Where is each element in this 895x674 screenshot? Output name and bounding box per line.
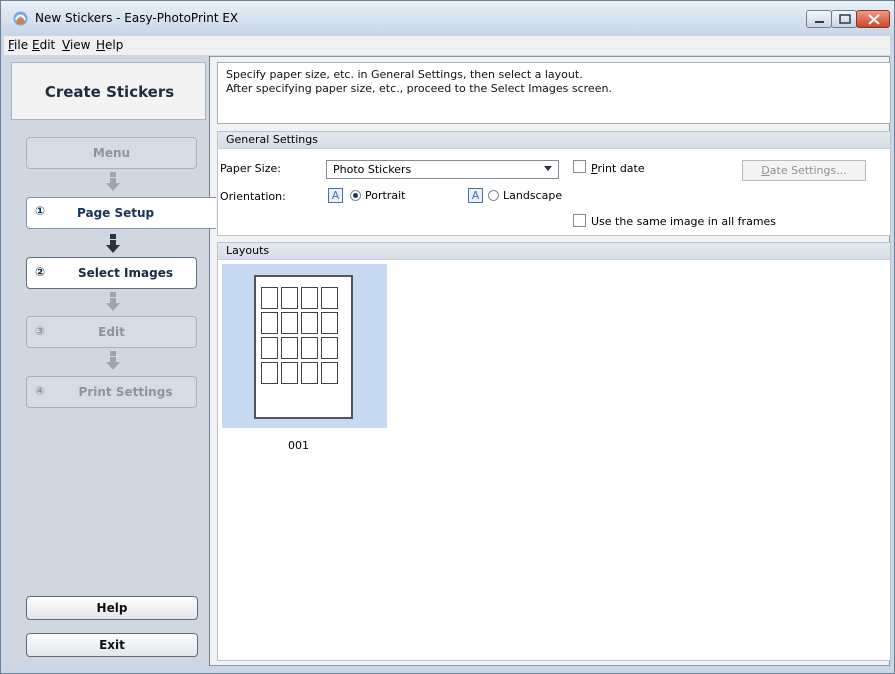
menu-file[interactable]: File	[8, 38, 28, 52]
layout-frame	[281, 337, 298, 359]
edit-step-button[interactable]: ③ Edit	[26, 316, 197, 348]
layout-frame	[321, 287, 338, 309]
down-arrow-icon	[106, 172, 120, 191]
window-title: New Stickers - Easy-PhotoPrint EX	[35, 11, 239, 25]
menu-view[interactable]: View	[62, 38, 90, 52]
close-icon	[868, 14, 880, 25]
orientation-label: Orientation:	[220, 190, 286, 203]
help-button[interactable]: Help	[26, 596, 198, 620]
maximize-button[interactable]	[831, 10, 857, 28]
same-image-label: Use the same image in all frames	[591, 215, 777, 228]
paper-size-label: Paper Size:	[220, 162, 281, 175]
layout-frame	[321, 362, 338, 384]
date-settings-button[interactable]: Date Settings...	[742, 160, 866, 181]
down-arrow-icon	[106, 292, 120, 311]
paper-size-select[interactable]: Photo Stickers	[326, 160, 559, 179]
menu-button-label: Menu	[92, 146, 131, 160]
sidebar-header: Create Stickers	[11, 62, 206, 120]
menu-button[interactable]: Menu	[26, 137, 197, 169]
portrait-radio[interactable]	[350, 190, 361, 201]
menu-view-accelerator: V	[62, 38, 70, 52]
layout-frame	[321, 312, 338, 334]
print-settings-step-label: Print Settings	[78, 385, 173, 399]
exit-button[interactable]: Exit	[26, 633, 198, 657]
instruction-panel: Specify paper size, etc. in General Sett…	[217, 62, 891, 124]
general-settings-panel: General Settings Paper Size: Photo Stick…	[217, 131, 891, 236]
page-setup-label: Page Setup	[77, 206, 155, 220]
layout-item[interactable]	[222, 264, 387, 428]
menu-file-label: ile	[14, 38, 29, 52]
chevron-down-icon	[544, 166, 552, 171]
menu-help-label: elp	[105, 38, 124, 52]
same-image-checkbox[interactable]	[573, 214, 586, 227]
layout-frame	[261, 362, 278, 384]
title-bar: New Stickers - Easy-PhotoPrint EX	[1, 1, 894, 35]
layout-frame	[321, 337, 338, 359]
layout-frame	[261, 287, 278, 309]
menu-edit[interactable]: Edit	[32, 38, 55, 52]
step-1-number: ①	[35, 204, 46, 218]
paper-size-value: Photo Stickers	[333, 163, 412, 176]
instruction-line-2: After specifying paper size, etc., proce…	[226, 82, 612, 95]
sidebar-title: Create Stickers	[44, 83, 175, 101]
application-window: New Stickers - Easy-PhotoPrint EX File E…	[0, 0, 895, 674]
layout-frame	[301, 312, 318, 334]
down-arrow-icon	[106, 234, 120, 253]
minimize-button[interactable]	[806, 10, 832, 28]
portrait-label: Portrait	[365, 189, 406, 202]
general-settings-heading: General Settings	[218, 132, 890, 149]
layout-frame	[281, 312, 298, 334]
layout-frame	[261, 312, 278, 334]
page-setup-step[interactable]: ① Page Setup	[26, 197, 216, 229]
menu-view-label: iew	[69, 38, 91, 52]
layout-frame	[301, 337, 318, 359]
print-date-text: rint date	[597, 162, 645, 175]
instruction-line-1: Specify paper size, etc. in General Sett…	[226, 68, 583, 81]
maximize-icon	[839, 14, 851, 24]
menu-bar: File Edit View Help	[4, 36, 890, 55]
date-settings-text: ate Settings...	[769, 164, 847, 177]
portrait-icon: A	[328, 188, 343, 203]
menu-help-accelerator: H	[96, 38, 106, 52]
layout-frame	[281, 362, 298, 384]
layout-frame	[261, 337, 278, 359]
print-date-label: Print date	[591, 162, 645, 175]
menu-edit-label: dit	[39, 38, 56, 52]
select-images-label: Select Images	[78, 266, 173, 280]
close-button[interactable]	[856, 10, 890, 28]
down-arrow-icon	[106, 351, 120, 370]
print-settings-step-button[interactable]: ④ Print Settings	[26, 376, 197, 408]
minimize-icon	[815, 21, 824, 23]
landscape-radio[interactable]	[488, 190, 499, 201]
layout-thumbnail	[254, 275, 353, 419]
select-images-button[interactable]: ② Select Images	[26, 257, 197, 289]
print-date-checkbox[interactable]	[573, 160, 586, 173]
layout-frame	[301, 362, 318, 384]
layout-frame	[281, 287, 298, 309]
layout-frame	[301, 287, 318, 309]
landscape-icon: A	[468, 188, 483, 203]
layouts-panel: Layouts 001	[217, 242, 891, 661]
layout-label: 001	[288, 439, 309, 452]
app-icon	[13, 11, 28, 26]
edit-step-label: Edit	[98, 325, 125, 339]
date-settings-accelerator: D	[761, 164, 770, 177]
menu-edit-accelerator: E	[32, 38, 40, 52]
menu-help[interactable]: Help	[96, 38, 123, 52]
layouts-heading: Layouts	[218, 243, 890, 260]
landscape-label: Landscape	[503, 189, 563, 202]
